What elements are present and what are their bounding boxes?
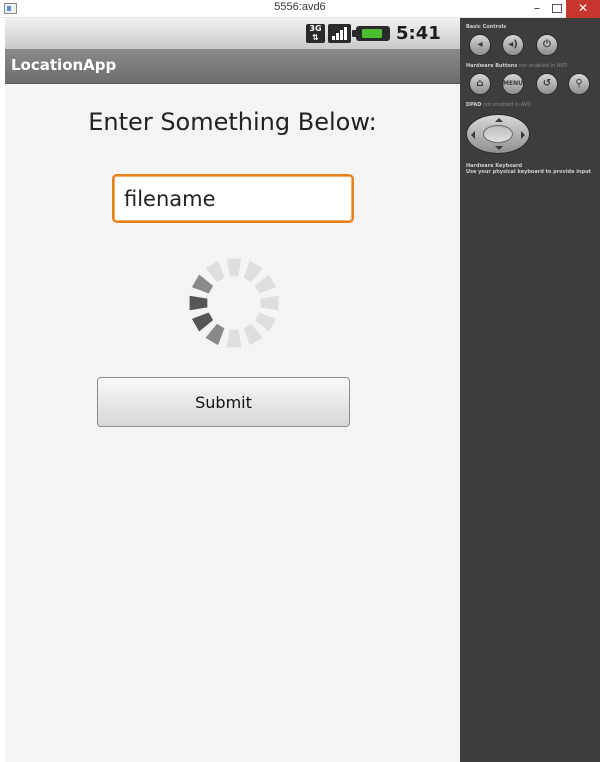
dpad-up-icon[interactable] (495, 118, 503, 122)
spinner-segment (191, 312, 214, 332)
spinner-segment (254, 274, 277, 294)
power-icon[interactable]: ⏻ (536, 34, 558, 56)
battery-icon (352, 26, 390, 41)
close-button[interactable]: ✕ (566, 0, 600, 18)
window-title-bar: 5556:avd6 – ✕ (0, 0, 600, 18)
hardware-buttons-title: Hardware Buttons (466, 63, 518, 69)
dpad-left-icon[interactable] (471, 131, 475, 139)
dpad-title: DPAD (466, 102, 482, 108)
network-type-label: 3G (309, 24, 322, 33)
dpad-down-icon[interactable] (495, 146, 503, 150)
back-icon[interactable]: ↺ (536, 73, 558, 95)
emulator-controls-panel: Basic Controls ◂ ◂) ⏻ Hardware Buttons n… (460, 18, 600, 762)
spinner-segment (205, 323, 225, 346)
hardware-buttons-note: not enabled in AVD (519, 63, 568, 69)
signal-strength-icon (328, 24, 351, 43)
dpad-control[interactable] (466, 114, 530, 154)
submit-button[interactable]: Submit (97, 377, 350, 427)
network-3g-icon: 3G ⇅ (306, 24, 325, 43)
hardware-buttons-label: Hardware Buttons not enabled in AVD (466, 63, 567, 69)
volume-down-icon[interactable]: ◂ (469, 34, 491, 56)
dpad-note: not enabled in AVD (483, 102, 532, 108)
volume-up-icon[interactable]: ◂) (502, 34, 524, 56)
maximize-button[interactable] (547, 0, 565, 18)
prompt-label: Enter Something Below: (88, 108, 377, 136)
spinner-segment (226, 329, 242, 348)
spinner-segment (226, 258, 242, 277)
spinner-segment (260, 295, 279, 311)
window-title: 5556:avd6 (274, 1, 326, 13)
device-screen: 3G⇅ 5:41 PM LocationApp Enter Something … (5, 18, 460, 762)
menu-button[interactable]: MENU (502, 73, 524, 95)
basic-controls-label: Basic Controls (466, 24, 507, 30)
action-bar: LocationApp (5, 49, 460, 84)
search-icon[interactable]: ⚲ (568, 73, 590, 95)
home-icon[interactable]: ⌂ (469, 73, 491, 95)
clock-time: 5:41 (396, 23, 441, 44)
dpad-center-button[interactable] (483, 125, 513, 143)
dpad-label: DPAD not enabled in AVD (466, 102, 531, 108)
loading-spinner-icon (189, 258, 279, 348)
filename-input[interactable] (112, 174, 354, 223)
keyboard-note: Use your physical keyboard to provide in… (466, 169, 592, 175)
spinner-segment (243, 260, 263, 283)
spinner-segment (243, 323, 263, 346)
spinner-segment (205, 260, 225, 283)
spinner-segment (254, 312, 277, 332)
spinner-segment (189, 295, 208, 311)
minimize-button[interactable]: – (528, 0, 546, 18)
spinner-segment (191, 274, 214, 294)
status-bar: 3G⇅ 5:41 PM (5, 18, 460, 63)
app-title: LocationApp (11, 56, 117, 74)
dpad-right-icon[interactable] (521, 131, 525, 139)
